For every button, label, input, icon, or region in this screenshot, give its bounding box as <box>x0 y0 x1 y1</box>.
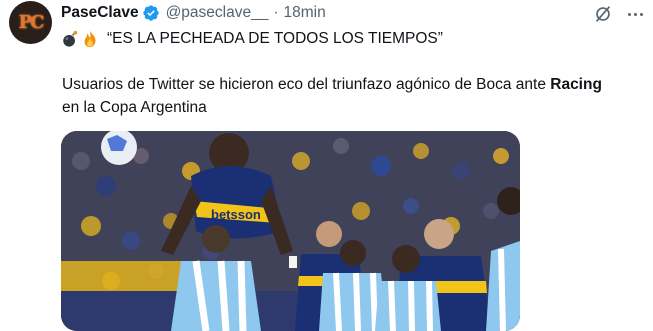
more-options-icon[interactable] <box>624 3 646 25</box>
tweet-text-part2: en la Copa Argentina <box>62 99 207 116</box>
display-name[interactable]: PaseClave <box>61 4 139 22</box>
tweet-photo[interactable]: betsson <box>61 131 520 331</box>
bomb-emoji-icon <box>63 30 78 47</box>
shirt-sponsor-text: betsson <box>211 207 261 222</box>
avatar-logo-text: PC <box>18 12 45 33</box>
tweet-headline: “ES LA PECHEADA DE TODOS LOS TIEMPOS” <box>107 30 443 47</box>
user-handle[interactable]: @paseclave__ <box>166 4 269 22</box>
verified-badge-icon[interactable] <box>142 4 160 22</box>
tweet-first-line: “ES LA PECHEADA DE TODOS LOS TIEMPOS” <box>61 28 443 50</box>
tweet-header: PaseClave @paseclave__ · 18min <box>61 3 326 23</box>
tweet-text: Usuarios de Twitter se hicieron eco del … <box>62 73 622 119</box>
football-match-photo: betsson <box>61 131 520 331</box>
tweet-text-part1: Usuarios de Twitter se hicieron eco del … <box>62 76 551 93</box>
grok-icon[interactable] <box>592 3 614 25</box>
tweet-text-bold: Racing <box>550 76 602 93</box>
timestamp[interactable]: 18min <box>284 4 326 22</box>
fire-emoji-icon <box>84 30 96 48</box>
avatar[interactable]: PC <box>9 1 52 44</box>
tweet[interactable]: PC PaseClave @paseclave__ · 18min “ES LA… <box>0 0 653 331</box>
separator-dot: · <box>273 4 279 21</box>
